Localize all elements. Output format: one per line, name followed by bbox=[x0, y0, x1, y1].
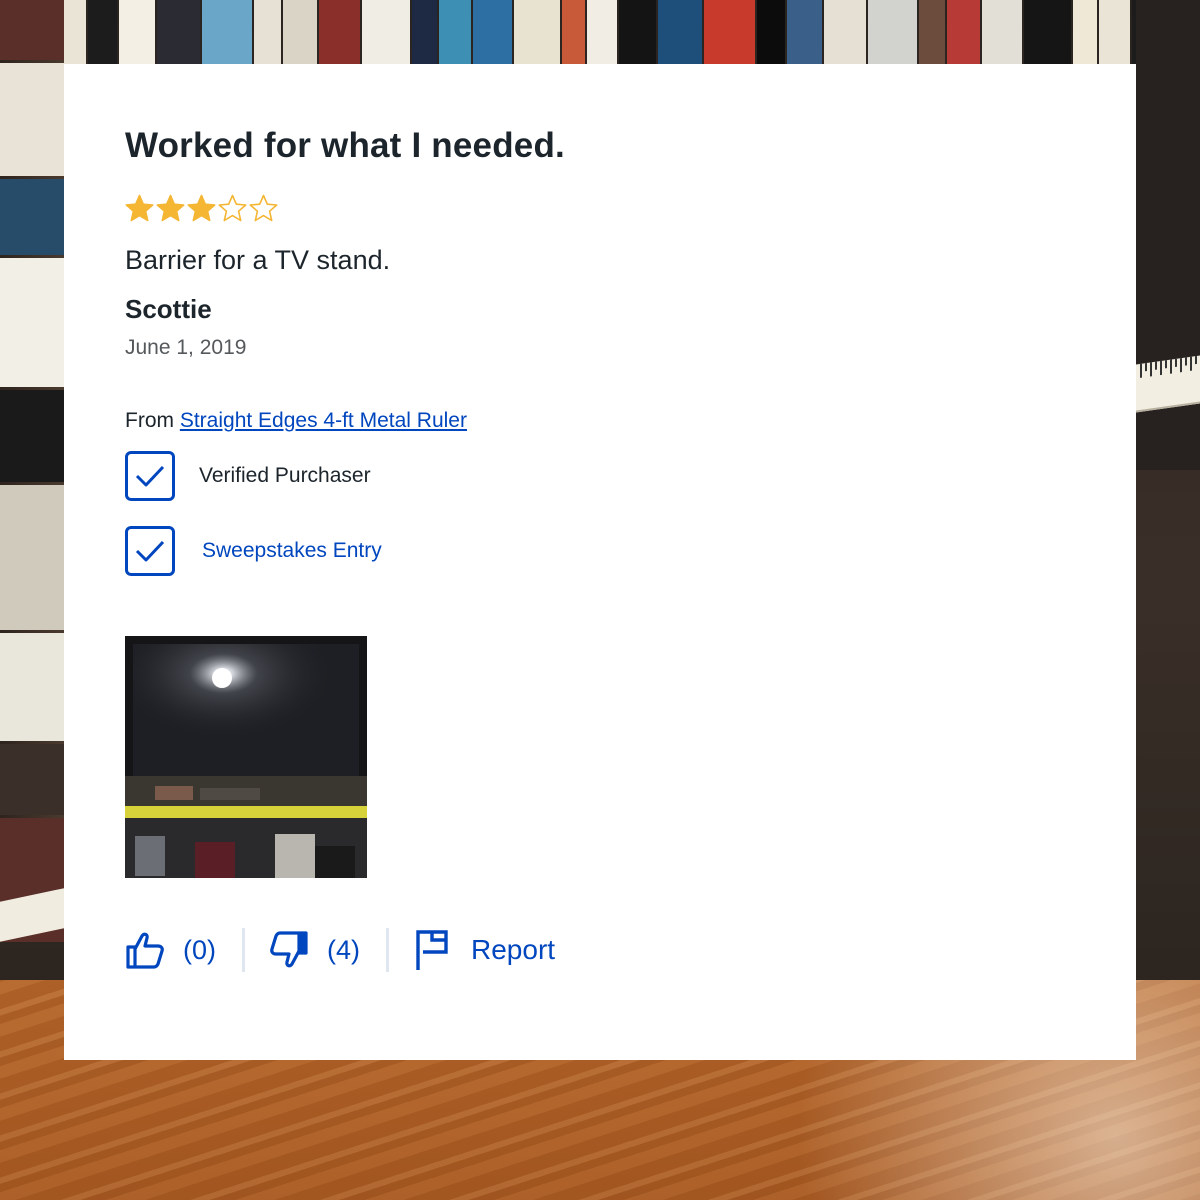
verified-purchaser-badge: Verified Purchaser bbox=[125, 451, 371, 501]
action-divider bbox=[242, 928, 245, 972]
unhelpful-count: (4) bbox=[327, 934, 360, 965]
thumbs-down-icon bbox=[269, 930, 309, 970]
review-card: Worked for what I needed. Barrier for a … bbox=[64, 64, 1136, 1060]
left-shelf-books bbox=[0, 0, 64, 942]
verified-purchaser-label: Verified Purchaser bbox=[199, 464, 371, 487]
review-body: Barrier for a TV stand. bbox=[125, 245, 391, 275]
review-photo-thumbnail[interactable] bbox=[125, 636, 367, 878]
report-label: Report bbox=[471, 934, 556, 965]
product-source: From Straight Edges 4-ft Metal Ruler bbox=[125, 409, 467, 433]
star-rating bbox=[125, 194, 278, 223]
action-divider bbox=[386, 928, 389, 972]
from-label: From bbox=[125, 409, 174, 432]
product-link[interactable]: Straight Edges 4-ft Metal Ruler bbox=[180, 409, 467, 432]
unhelpful-button[interactable]: (4) bbox=[269, 930, 360, 970]
star-empty-icon bbox=[218, 194, 247, 222]
star-filled-icon bbox=[187, 194, 216, 222]
star-empty-icon bbox=[249, 194, 278, 222]
reviewer-name: Scottie bbox=[125, 294, 212, 324]
checkmark-icon bbox=[125, 451, 175, 501]
star-filled-icon bbox=[125, 194, 154, 222]
sweepstakes-entry-label[interactable]: Sweepstakes Entry bbox=[202, 539, 382, 563]
thumbs-up-icon bbox=[125, 930, 165, 970]
helpful-button[interactable]: (0) bbox=[125, 930, 216, 970]
review-title: Worked for what I needed. bbox=[125, 126, 565, 165]
ruler-on-shelf bbox=[1136, 355, 1200, 413]
review-date: June 1, 2019 bbox=[125, 336, 247, 359]
star-filled-icon bbox=[156, 194, 185, 222]
helpful-count: (0) bbox=[183, 934, 216, 965]
report-button[interactable]: Report bbox=[413, 928, 555, 972]
flag-icon bbox=[413, 928, 451, 972]
sweepstakes-entry-badge[interactable]: Sweepstakes Entry bbox=[125, 526, 382, 576]
review-actions: (0) (4) Report bbox=[125, 924, 555, 976]
checkmark-icon bbox=[125, 526, 175, 576]
